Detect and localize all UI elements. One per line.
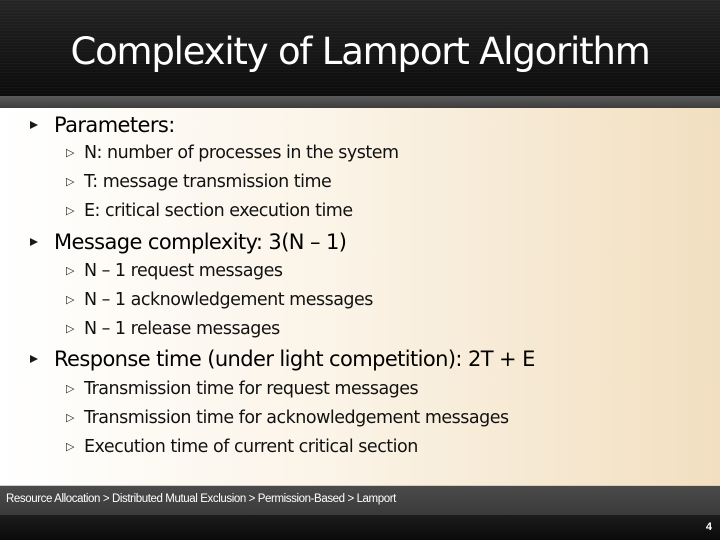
outline-triangle-bullet-icon: ▷ [66, 175, 74, 188]
filled-triangle-bullet-icon [30, 355, 38, 363]
bullet-text: Response time (under light competition):… [54, 347, 535, 371]
sub-bullet: ▷ Transmission time for request messages [66, 379, 419, 399]
sub-bullet: ▷ Execution time of current critical sect… [66, 437, 418, 457]
footer-bottom: 4 [0, 515, 720, 540]
sub-bullet: ▷ N – 1 request messages [66, 261, 283, 281]
sub-bullet: ▷ N: number of processes in the system [66, 143, 399, 163]
sub-bullet-text: N – 1 release messages [83, 319, 280, 339]
outline-triangle-bullet-icon: ▷ [66, 411, 74, 424]
outline-triangle-bullet-icon: ▷ [66, 293, 74, 306]
page-number: 4 [705, 521, 712, 533]
slide-content: Parameters: ▷ N: number of processes in t… [0, 108, 720, 485]
outline-triangle-bullet-icon: ▷ [66, 322, 74, 335]
sub-bullet-text: Transmission time for request messages [83, 379, 419, 399]
footer-bar: Resource Allocation > Distributed Mutual… [0, 485, 720, 515]
sub-bullet-text: N – 1 request messages [83, 261, 283, 281]
bullet-message-complexity: Message complexity: 3(N – 1) [30, 230, 347, 254]
sub-bullet: ▷ Transmission time for acknowledgement m… [66, 408, 509, 428]
outline-triangle-bullet-icon: ▷ [66, 264, 74, 277]
sub-bullet-text: N – 1 acknowledgement messages [83, 290, 373, 310]
slide-title: Complexity of Lamport Algorithm [70, 30, 650, 73]
bullet-response-time: Response time (under light competition):… [30, 347, 535, 371]
sub-bullet: ▷ N – 1 acknowledgement messages [66, 290, 373, 310]
breadcrumb: Resource Allocation > Distributed Mutual… [6, 493, 396, 505]
bullet-parameters: Parameters: [30, 113, 175, 137]
bullet-text: Message complexity: 3(N – 1) [54, 230, 347, 254]
outline-triangle-bullet-icon: ▷ [66, 382, 74, 395]
sub-bullet: ▷ N – 1 release messages [66, 319, 280, 339]
sub-bullet-text: T: message transmission time [83, 172, 332, 192]
bullet-text: Parameters: [54, 113, 175, 137]
sub-bullet-text: Transmission time for acknowledgement me… [83, 408, 509, 428]
outline-triangle-bullet-icon: ▷ [66, 440, 74, 453]
slide-header: Complexity of Lamport Algorithm [0, 0, 720, 96]
filled-triangle-bullet-icon [30, 121, 38, 129]
sub-bullet-text: Execution time of current critical secti… [83, 437, 418, 457]
outline-triangle-bullet-icon: ▷ [66, 204, 74, 217]
sub-bullet-text: N: number of processes in the system [83, 143, 399, 163]
header-divider [0, 96, 720, 108]
sub-bullet: ▷ T: message transmission time [66, 172, 332, 192]
outline-triangle-bullet-icon: ▷ [66, 146, 74, 159]
filled-triangle-bullet-icon [30, 238, 38, 246]
sub-bullet: ▷ E: critical section execution time [66, 201, 353, 221]
sub-bullet-text: E: critical section execution time [83, 201, 353, 221]
